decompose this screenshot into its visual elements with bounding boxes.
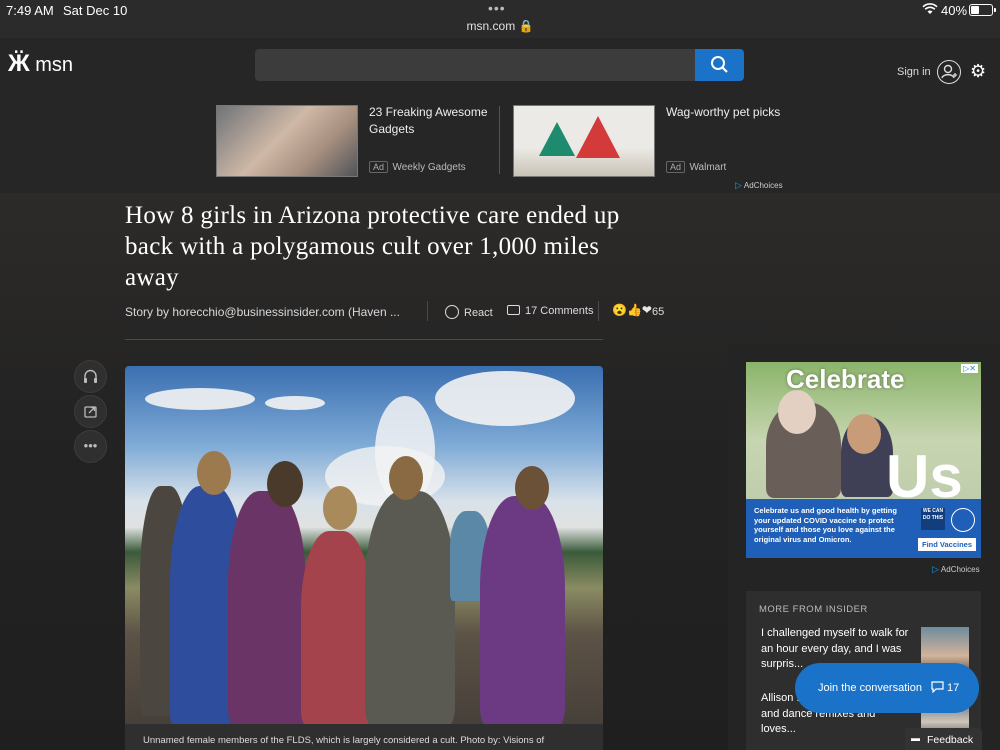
search-icon — [711, 56, 728, 73]
ad-tag: Ad — [369, 161, 389, 173]
profile-icon[interactable] — [937, 60, 961, 84]
more-options-icon[interactable]: ••• — [74, 430, 107, 463]
sign-in-link[interactable]: Sign in — [897, 66, 931, 78]
react-button[interactable]: React — [445, 305, 493, 319]
search-button[interactable] — [695, 49, 744, 81]
ad-person-face — [847, 414, 881, 454]
join-conversation-button[interactable]: Join the conversation 17 — [795, 663, 979, 713]
ad-image-gadget[interactable] — [216, 105, 358, 177]
ad-tag: Ad — [666, 161, 686, 173]
divider — [598, 301, 599, 321]
hhs-eagle-icon — [951, 508, 975, 532]
divider — [499, 106, 500, 174]
join-label: Join the conversation — [818, 682, 922, 694]
adchoices-label: AdChoices — [743, 181, 783, 190]
ad-image-pet[interactable] — [513, 105, 655, 177]
ad-meta: Ad Walmart — [666, 157, 726, 175]
adchoices-link[interactable]: ▷ AdChoices — [932, 564, 980, 575]
caption-text: Unnamed female members of the FLDS, whic… — [143, 735, 545, 746]
vaccine-ad[interactable]: Celebrate Us ▷✕ Celebrate us and good he… — [746, 362, 981, 558]
adchoices-icon[interactable]: ▷✕ — [961, 364, 978, 373]
adchoices-link[interactable]: ▷ AdChoices — [735, 180, 783, 191]
listen-headphones-icon[interactable] — [74, 360, 107, 393]
reactions-emoji[interactable]: 😮👍❤ — [612, 303, 652, 317]
ad-bar: 23 Freaking Awesome Gadgets Ad Weekly Ga… — [0, 101, 1000, 193]
react-label: React — [464, 307, 493, 319]
article-headline: How 8 girls in Arizona protective care e… — [125, 202, 620, 291]
address-bar[interactable]: msn.com 🔒 — [0, 19, 1000, 33]
msn-header: Ӝ msn Sign in ⚙ — [0, 38, 1000, 101]
article-byline: Story by horecchio@businessinsider.com (… — [125, 305, 400, 319]
divider — [125, 339, 603, 340]
share-icon[interactable] — [74, 395, 107, 428]
butterfly-icon: Ӝ — [8, 50, 30, 77]
photo-caption: Unnamed female members of the FLDS, whic… — [125, 724, 603, 750]
section-label: MORE FROM INSIDER — [759, 604, 868, 615]
comment-icon — [931, 681, 944, 693]
wifi-icon — [922, 3, 938, 15]
ad-title[interactable]: 23 Freaking Awesome Gadgets — [369, 104, 494, 138]
article-photo — [125, 366, 603, 724]
adchoices-icon: ▷ — [932, 564, 939, 574]
ad-source: Weekly Gadgets — [392, 162, 466, 173]
feedback-icon: ▬ — [911, 733, 920, 743]
battery-percent: 40% — [941, 3, 968, 18]
comments-button[interactable]: 17 Comments — [507, 305, 593, 317]
ad-body: Celebrate us and good health by getting … — [754, 506, 897, 544]
status-bar: 7:49 AM Sat Dec 10 ••• msn.com 🔒 40% — [0, 0, 1000, 38]
feedback-label: Feedback — [927, 734, 974, 746]
ad-person-face — [778, 390, 816, 434]
ad-headline: Celebrate — [786, 364, 905, 394]
msn-logo[interactable]: Ӝ msn — [8, 50, 73, 78]
settings-gear-icon[interactable]: ⚙ — [970, 61, 986, 82]
comment-icon — [507, 305, 520, 315]
tab-dots-icon[interactable]: ••• — [488, 0, 506, 16]
ad-meta: Ad Weekly Gadgets — [369, 157, 466, 175]
ad-source: Walmart — [689, 162, 727, 173]
logo-text: msn — [35, 54, 74, 76]
status-date: Sat Dec 10 — [63, 3, 128, 18]
ad-title[interactable]: Wag-worthy pet picks — [666, 104, 806, 121]
status-time: 7:49 AM — [6, 3, 54, 18]
comments-label: 17 Comments — [525, 305, 594, 317]
react-icon — [445, 305, 459, 319]
join-count: 17 — [947, 682, 960, 694]
reactions-count: 65 — [652, 306, 665, 318]
adchoices-label: AdChoices — [940, 565, 980, 574]
battery-icon — [969, 4, 996, 16]
we-can-do-this-logo: WE CAN DO THIS — [921, 508, 945, 530]
adchoices-icon: ▷ — [735, 180, 742, 190]
search-input[interactable] — [255, 49, 695, 81]
find-vaccines-button[interactable]: Find Vaccines — [918, 538, 977, 551]
divider — [427, 301, 428, 321]
feedback-button[interactable]: ▬ Feedback — [905, 728, 982, 750]
